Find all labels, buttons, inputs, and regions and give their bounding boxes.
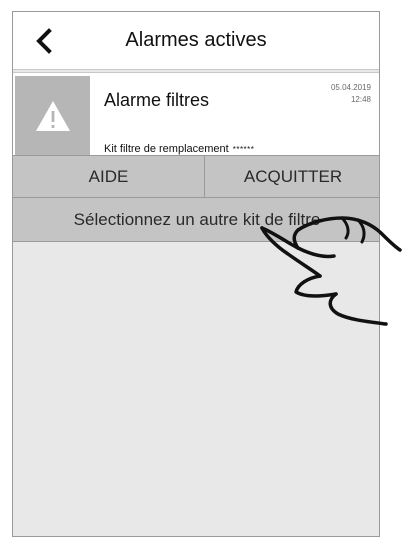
alarm-date: 05.04.2019 [330, 83, 371, 92]
chevron-left-icon [36, 28, 52, 54]
alarm-timestamp: 05.04.2019 12:48 [331, 82, 371, 106]
alarm-detail: Kit filtre de remplacement ****** [104, 143, 254, 155]
back-button[interactable] [31, 26, 59, 56]
alarm-detail-text: Kit filtre de remplacement [104, 143, 229, 155]
warning-triangle-icon [36, 101, 70, 131]
page-title: Alarmes actives [125, 29, 267, 51]
select-filter-kit-button[interactable]: Sélectionnez un autre kit de filtre [13, 197, 379, 242]
alarm-detail-masked: ****** [232, 145, 255, 154]
alarm-card[interactable]: Alarme filtres 05.04.2019 12:48 Kit filt… [13, 72, 379, 164]
help-button[interactable]: AIDE [13, 155, 205, 198]
header-bar: Alarmes actives [13, 12, 379, 70]
warning-tile [15, 76, 90, 160]
acknowledge-button[interactable]: ACQUITTER [204, 155, 379, 198]
alarm-screen: Alarmes actives Alarme filtres 05.04.201… [12, 11, 380, 537]
alarm-time: 12:48 [350, 95, 371, 104]
alarm-name: Alarme filtres [104, 90, 210, 110]
